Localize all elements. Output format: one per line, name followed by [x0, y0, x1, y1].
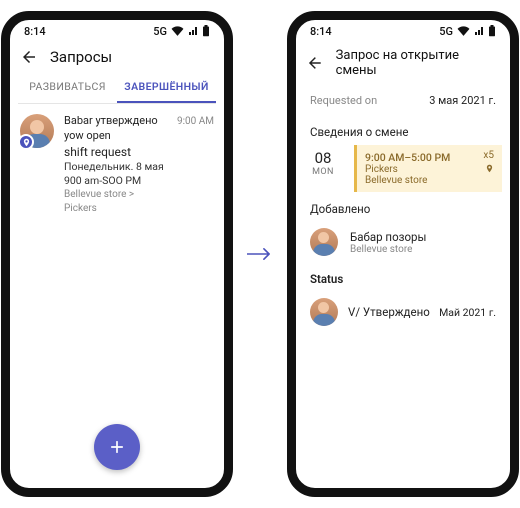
status-text: V/ Утверждено	[348, 305, 430, 319]
page-title: Запросы	[50, 48, 112, 66]
tabs: РАЗВИВАТЬСЯ ЗАВЕРШЁННЫЙ	[10, 74, 224, 103]
tab-completed[interactable]: ЗАВЕРШЁННЫЙ	[117, 74, 216, 103]
status-section-title: Status	[296, 262, 510, 292]
back-icon[interactable]	[306, 54, 324, 72]
requested-row: Requested on 3 мая 2021 г.	[296, 86, 510, 115]
page-title: Запрос на открытие смены	[336, 48, 500, 78]
header: Запрос на открытие смены	[296, 42, 510, 86]
status-row: V/ Утверждено Май 2021 г.	[296, 292, 510, 332]
shift-store: Bellevue store	[365, 175, 494, 186]
header: Запросы	[10, 42, 224, 74]
shift-date: 08 MON	[304, 145, 342, 192]
statusbar: 8:14 5G	[296, 20, 510, 42]
added-person[interactable]: Бабар позоры Bellevue store	[296, 222, 510, 262]
status-icons: 5G	[439, 25, 496, 38]
clock: 8:14	[24, 25, 46, 38]
request-list: Babar утверждено yow open shift request …	[10, 104, 224, 225]
open-shift-badge-icon	[18, 134, 34, 150]
signal-icon	[188, 26, 198, 36]
added-name: Бабар позоры	[350, 230, 426, 244]
shift-day: 08	[304, 149, 342, 167]
request-line2: shift request	[64, 144, 167, 160]
shift-row[interactable]: 08 MON 9:00 AM–5:00 PM Pickers Bellevue …	[304, 145, 502, 192]
status-date: Май 2021 г.	[439, 306, 496, 319]
shift-weekday: MON	[304, 167, 342, 177]
network-label: 5G	[153, 25, 167, 38]
signal-icon	[474, 26, 484, 36]
network-label: 5G	[439, 25, 453, 38]
shift-card: 9:00 AM–5:00 PM Pickers Bellevue store x…	[354, 145, 502, 192]
phone-right: 8:14 5G Запрос на открытие смены Request…	[287, 11, 519, 497]
statusbar: 8:14 5G	[10, 20, 224, 42]
plus-icon	[107, 437, 127, 457]
requested-label: Requested on	[310, 94, 377, 107]
phone-left: 8:14 5G Запросы РАЗВИВАТЬСЯ ЗАВЕРШЁННЫЙ	[1, 11, 233, 497]
fab-add[interactable]	[94, 424, 140, 470]
avatar	[310, 298, 338, 326]
request-time: 9:00 AM	[177, 114, 214, 127]
request-line1: Babar утверждено yow open	[64, 114, 167, 144]
shift-count: x5	[483, 150, 494, 161]
wifi-icon	[457, 26, 470, 36]
shift-group: Pickers	[365, 164, 494, 175]
request-item[interactable]: Babar утверждено yow open shift request …	[20, 114, 214, 215]
request-text: Babar утверждено yow open shift request …	[64, 114, 167, 215]
tab-develop[interactable]: РАЗВИВАТЬСЯ	[18, 74, 117, 103]
requested-value: 3 мая 2021 г.	[429, 94, 496, 107]
shift-time: 9:00 AM–5:00 PM	[365, 151, 494, 164]
wifi-icon	[171, 26, 184, 36]
request-line3: Понедельник. 8 мая 900 am-SOO PM	[64, 160, 167, 188]
shift-section-title: Сведения о смене	[296, 115, 510, 145]
back-icon[interactable]	[20, 48, 38, 66]
clock: 8:14	[310, 25, 332, 38]
request-line4: Bellevue store > Pickers	[64, 188, 167, 215]
pin-icon	[485, 164, 494, 173]
added-section-title: Добавлено	[296, 192, 510, 222]
status-icons: 5G	[153, 25, 210, 38]
arrow-icon	[247, 245, 273, 263]
battery-icon	[202, 25, 210, 37]
added-sub: Bellevue store	[350, 244, 426, 255]
battery-icon	[488, 25, 496, 37]
avatar	[310, 228, 338, 256]
added-text: Бабар позоры Bellevue store	[350, 230, 426, 255]
